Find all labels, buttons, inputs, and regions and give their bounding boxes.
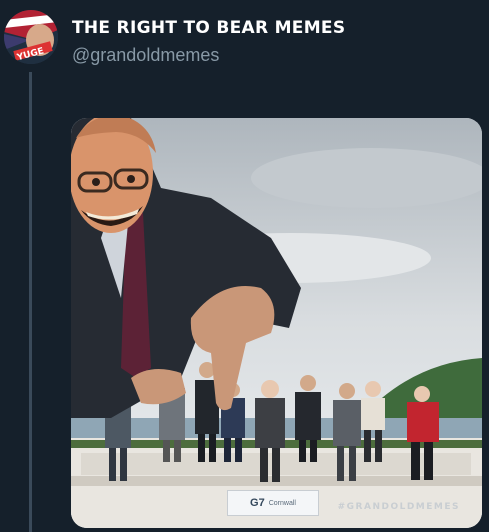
display-name[interactable]: THE RIGHT TO BEAR MEMES [72, 18, 345, 38]
user-handle[interactable]: @grandoldmemes [72, 45, 219, 66]
profile-avatar-icon: YUGE [4, 10, 58, 64]
g7-sign-text: G7 [250, 497, 265, 509]
profile-avatar[interactable]: YUGE [4, 10, 58, 64]
g7-sign: G7 Cornwall [227, 490, 319, 516]
g7-sign-subtext: Cornwall [268, 499, 296, 507]
image-watermark: #GRANDOLDMEMES [337, 502, 460, 512]
tweet-media-image[interactable]: G7 Cornwall #GRANDOLDMEMES [71, 118, 482, 528]
thread-connector-line [29, 72, 32, 532]
meme-image [71, 118, 482, 528]
